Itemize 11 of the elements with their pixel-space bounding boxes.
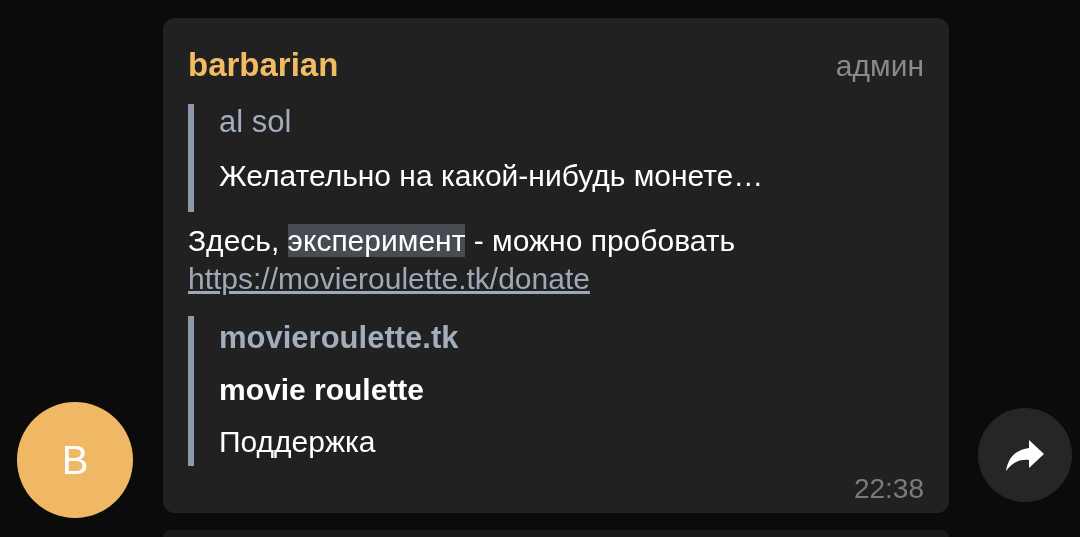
message-link[interactable]: https://movieroulette.tk/donate [188,259,590,298]
reply-author[interactable]: al sol [219,95,764,148]
admin-label: админ [835,48,924,84]
message-time: 22:38 [853,471,924,506]
message-text: Здесь, эксперимент - можно пробовать [188,222,737,259]
sender-name[interactable]: barbarian [188,40,339,90]
share-arrow-icon [1005,438,1045,472]
preview-title: movie roulette [219,371,426,408]
reply-text[interactable]: Желательно на какой-нибудь монете… [219,147,764,204]
preview-site[interactable]: movieroulette.tk [219,311,459,364]
preview-description: Поддержка [219,423,377,460]
